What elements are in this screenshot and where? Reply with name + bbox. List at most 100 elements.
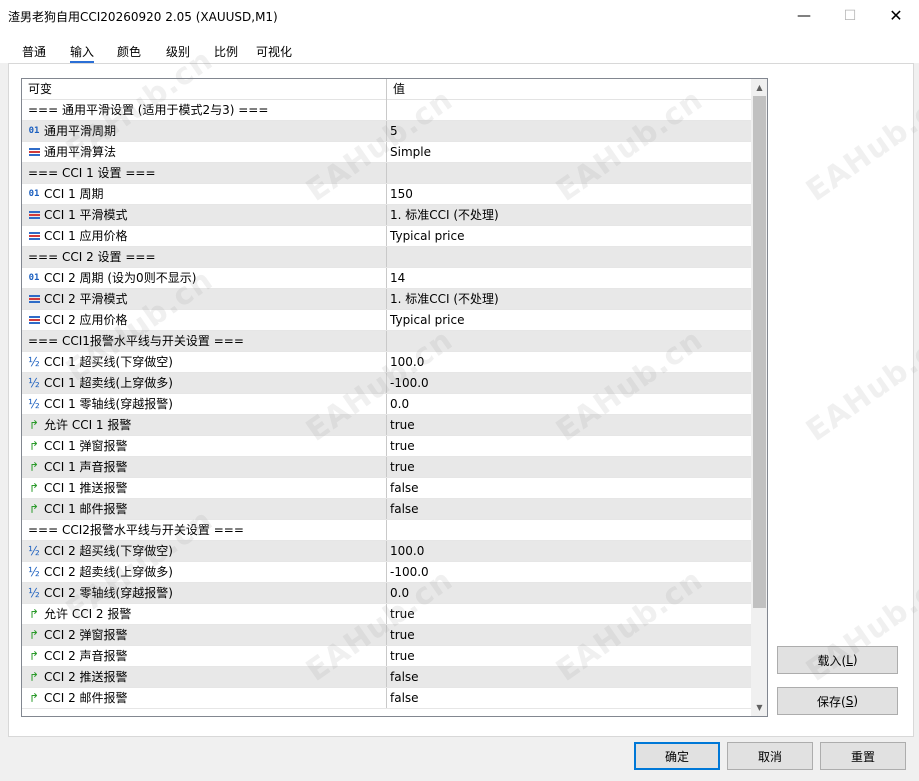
parameter-row[interactable]: ½ CCI 2 超买线(下穿做空) 100.0 [22,541,751,562]
parameter-row[interactable]: ↱ CCI 2 邮件报警 false [22,688,751,709]
parameter-row[interactable]: 01 CCI 2 周期 (设为0则不显示) 14 [22,268,751,289]
header-value[interactable]: 值 [386,79,751,100]
double-type-icon: ½ [27,583,41,603]
parameter-name: CCI 2 周期 (设为0则不显示) [44,271,197,285]
group-header-row[interactable]: === CCI 1 设置 === [22,163,751,184]
parameter-name: CCI 1 周期 [44,187,104,201]
parameter-value[interactable]: Typical price [386,226,751,246]
parameter-value[interactable]: true [386,415,751,435]
parameter-value[interactable]: 0.0 [386,583,751,603]
parameter-name: CCI 1 零轴线(穿越报警) [44,397,173,411]
parameter-row[interactable]: 通用平滑算法 Simple [22,142,751,163]
parameter-name-cell: 通用平滑算法 [22,142,386,162]
parameter-row[interactable]: ↱ 允许 CCI 1 报警 true [22,415,751,436]
parameter-row[interactable]: CCI 2 平滑模式 1. 标准CCI (不处理) [22,289,751,310]
maximize-button[interactable]: ☐ [827,0,873,31]
tab-levels[interactable]: 级别 [166,43,190,63]
parameter-name-cell: === CCI 1 设置 === [22,163,386,183]
group-header-row[interactable]: === CCI2报警水平线与开关设置 === [22,520,751,541]
group-header-row[interactable]: === CCI1报警水平线与开关设置 === [22,331,751,352]
integer-type-icon: 01 [27,121,41,141]
parameter-value[interactable]: false [386,688,751,708]
parameter-name: CCI 2 推送报警 [44,670,128,684]
tab-inputs[interactable]: 输入 [70,43,95,63]
parameter-value[interactable]: false [386,478,751,498]
scroll-down-icon[interactable]: ▼ [751,699,767,716]
save-button[interactable]: 保存(S) [777,687,898,715]
parameter-value[interactable]: false [386,667,751,687]
enum-type-icon [27,226,41,246]
parameter-name: CCI 1 超卖线(上穿做多) [44,376,173,390]
boolean-glyph: ↱ [28,460,40,474]
tab-colors[interactable]: 颜色 [117,43,141,63]
parameter-value[interactable]: true [386,646,751,666]
parameter-name-cell: CCI 2 应用价格 [22,310,386,330]
parameter-row[interactable]: CCI 1 平滑模式 1. 标准CCI (不处理) [22,205,751,226]
parameter-name: CCI 2 零轴线(穿越报警) [44,586,173,600]
parameter-value[interactable]: true [386,436,751,456]
parameter-value[interactable]: Simple [386,142,751,162]
boolean-type-icon: ↱ [27,604,41,624]
parameter-value[interactable]: 5 [386,121,751,141]
parameter-row[interactable]: ↱ CCI 1 推送报警 false [22,478,751,499]
parameter-row[interactable]: ½ CCI 2 超卖线(上穿做多) -100.0 [22,562,751,583]
parameter-row[interactable]: CCI 2 应用价格 Typical price [22,310,751,331]
cancel-button[interactable]: 取消 [727,742,813,770]
boolean-glyph: ↱ [28,607,40,621]
parameter-value[interactable]: true [386,625,751,645]
parameter-row[interactable]: ↱ 允许 CCI 2 报警 true [22,604,751,625]
parameter-value[interactable]: true [386,604,751,624]
double-glyph: ½ [28,586,40,600]
close-button[interactable]: ✕ [873,0,919,31]
load-hotkey: L [846,653,853,667]
parameter-name-cell: ↱ 允许 CCI 1 报警 [22,415,386,435]
parameter-name-cell: ½ CCI 1 零轴线(穿越报警) [22,394,386,414]
parameter-value[interactable]: false [386,499,751,519]
parameter-row[interactable]: ↱ CCI 2 弹窗报警 true [22,625,751,646]
parameter-value[interactable]: 100.0 [386,541,751,561]
tab-scale[interactable]: 比例 [214,43,238,63]
parameter-name-cell: ↱ CCI 1 邮件报警 [22,499,386,519]
parameter-value[interactable]: 1. 标准CCI (不处理) [386,205,751,225]
tab-visualization[interactable]: 可视化 [256,43,292,63]
parameter-row[interactable]: 01 通用平滑周期 5 [22,121,751,142]
parameter-row[interactable]: ½ CCI 1 超卖线(上穿做多) -100.0 [22,373,751,394]
minimize-button[interactable]: — [781,0,827,31]
parameter-value[interactable]: 0.0 [386,394,751,414]
enum-lines-icon [28,294,40,304]
parameter-value[interactable]: 14 [386,268,751,288]
scroll-thumb[interactable] [753,96,766,608]
parameter-name-cell: ↱ CCI 1 弹窗报警 [22,436,386,456]
parameter-row[interactable]: ½ CCI 2 零轴线(穿越报警) 0.0 [22,583,751,604]
tab-general[interactable]: 普通 [22,43,46,63]
parameter-value[interactable]: Typical price [386,310,751,330]
parameter-row[interactable]: 01 CCI 1 周期 150 [22,184,751,205]
parameter-row[interactable]: ↱ CCI 1 弹窗报警 true [22,436,751,457]
group-header-row[interactable]: === CCI 2 设置 === [22,247,751,268]
parameter-row[interactable]: ↱ CCI 2 声音报警 true [22,646,751,667]
enum-lines-icon [28,231,40,241]
header-variable[interactable]: 可变 [22,79,386,100]
parameter-row[interactable]: ½ CCI 1 超买线(下穿做空) 100.0 [22,352,751,373]
load-button[interactable]: 载入(L) [777,646,898,674]
parameter-row[interactable]: ↱ CCI 2 推送报警 false [22,667,751,688]
parameter-value[interactable]: -100.0 [386,562,751,582]
parameter-name-cell: ↱ CCI 1 声音报警 [22,457,386,477]
group-header-row[interactable]: === 通用平滑设置 (适用于模式2与3) === [22,100,751,121]
parameter-row[interactable]: ↱ CCI 1 邮件报警 false [22,499,751,520]
ok-button[interactable]: 确定 [634,742,720,770]
scroll-up-icon[interactable]: ▲ [751,79,767,96]
parameter-row[interactable]: ½ CCI 1 零轴线(穿越报警) 0.0 [22,394,751,415]
grid-scrollbar[interactable]: ▲ ▼ [751,79,767,716]
parameter-value[interactable]: 1. 标准CCI (不处理) [386,289,751,309]
parameter-row[interactable]: CCI 1 应用价格 Typical price [22,226,751,247]
parameter-value[interactable]: -100.0 [386,373,751,393]
parameter-name-cell: 01 CCI 2 周期 (设为0则不显示) [22,268,386,288]
parameter-name-cell: === 通用平滑设置 (适用于模式2与3) === [22,100,386,120]
parameter-name-cell: === CCI1报警水平线与开关设置 === [22,331,386,351]
parameter-value[interactable]: true [386,457,751,477]
parameter-row[interactable]: ↱ CCI 1 声音报警 true [22,457,751,478]
parameter-value[interactable]: 150 [386,184,751,204]
reset-button[interactable]: 重置 [820,742,906,770]
parameter-value[interactable]: 100.0 [386,352,751,372]
